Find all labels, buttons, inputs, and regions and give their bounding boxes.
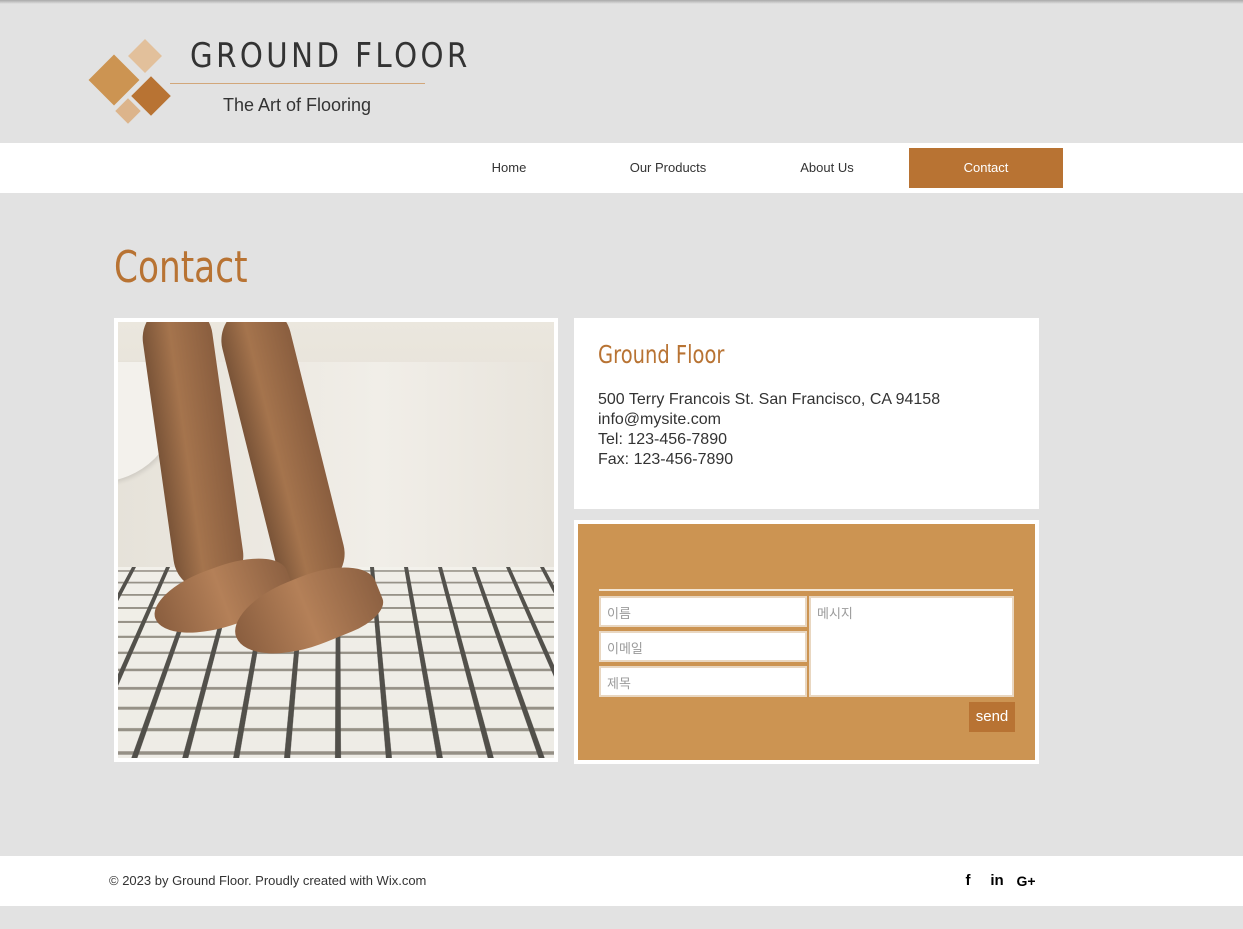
nav-item-our-products[interactable]: Our Products	[591, 148, 745, 188]
contact-form-card: 이름 이메일 제목 메시지 send	[574, 520, 1039, 764]
feet-on-tile-floor-photo	[118, 322, 554, 758]
site-logo[interactable]: GROUND FLOOR The Art of Flooring	[86, 36, 467, 131]
name-input[interactable]: 이름	[599, 596, 807, 627]
linkedin-icon[interactable]: in	[986, 870, 1008, 892]
logo-diamonds-icon	[86, 36, 178, 128]
logo-divider	[170, 83, 425, 84]
subject-input[interactable]: 제목	[599, 666, 807, 697]
copyright-text[interactable]: © 2023 by Ground Floor. Proudly created …	[109, 873, 426, 888]
top-shadow	[0, 0, 1243, 4]
send-button[interactable]: send	[969, 702, 1015, 732]
nav-bar: Home Our Products About Us Contact	[0, 143, 1243, 193]
contact-info-card: Ground Floor 500 Terry Francois St. San …	[574, 318, 1039, 509]
contact-form: 이름 이메일 제목 메시지 send	[578, 524, 1035, 760]
page-title: Contact	[114, 242, 248, 293]
fax-text: Fax: 123-456-7890	[598, 451, 734, 468]
facebook-icon[interactable]: f	[957, 870, 979, 892]
company-name: Ground Floor	[598, 340, 725, 369]
nav-item-contact[interactable]: Contact	[909, 148, 1063, 188]
nav-item-home[interactable]: Home	[432, 148, 586, 188]
address-text: 500 Terry Francois St. San Francisco, CA…	[598, 391, 941, 408]
feature-photo	[114, 318, 558, 762]
nav-item-about-us[interactable]: About Us	[750, 148, 904, 188]
footer: © 2023 by Ground Floor. Proudly created …	[0, 856, 1243, 906]
google-plus-icon[interactable]: G+	[1015, 870, 1037, 892]
email-link[interactable]: info@mysite.com	[598, 411, 721, 429]
message-textarea[interactable]: 메시지	[809, 596, 1014, 697]
logo-tagline: The Art of Flooring	[223, 95, 372, 115]
logo-title: GROUND FLOOR	[190, 36, 471, 76]
form-divider	[599, 589, 1013, 591]
tel-text: Tel: 123-456-7890	[598, 431, 727, 448]
email-input[interactable]: 이메일	[599, 631, 807, 662]
